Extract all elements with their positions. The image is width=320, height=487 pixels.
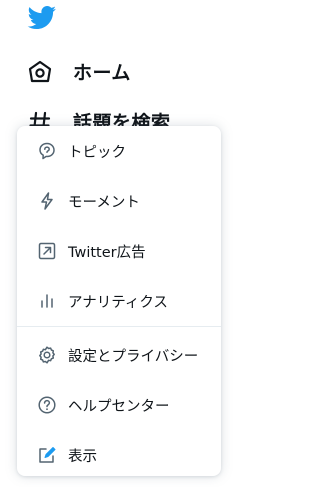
bar-chart-icon — [37, 291, 57, 311]
menu-item-analytics[interactable]: アナリティクス — [17, 276, 221, 326]
topics-icon — [37, 141, 57, 161]
external-arrow-icon — [37, 241, 57, 261]
menu-label-analytics: アナリティクス — [68, 294, 168, 311]
menu-item-help-center[interactable]: ヘルプセンター — [17, 380, 221, 430]
menu-label-moments: モーメント — [68, 194, 140, 211]
menu-label-twitter-ads: Twitter広告 — [68, 244, 146, 261]
menu-item-topics[interactable]: トピック — [17, 126, 221, 176]
menu-label-settings: 設定とプライバシー — [68, 348, 199, 365]
nav-label-home: ホーム — [73, 62, 131, 84]
more-menu: トピック モーメント Twitter広告 アナリティクス 設定とプライバシー ヘ… — [17, 126, 221, 476]
menu-item-twitter-ads[interactable]: Twitter広告 — [17, 226, 221, 276]
menu-item-display[interactable]: 表示 — [17, 430, 221, 476]
menu-divider — [17, 326, 221, 327]
menu-label-display: 表示 — [68, 448, 97, 465]
home-icon — [27, 59, 53, 85]
nav-item-home[interactable]: ホーム — [27, 58, 131, 85]
gear-icon — [37, 345, 57, 365]
display-edit-icon — [37, 445, 57, 465]
menu-label-help-center: ヘルプセンター — [68, 398, 170, 415]
twitter-logo[interactable] — [27, 6, 57, 30]
menu-item-settings[interactable]: 設定とプライバシー — [17, 330, 221, 380]
help-icon — [37, 395, 57, 415]
menu-label-topics: トピック — [68, 144, 126, 161]
lightning-icon — [37, 191, 57, 211]
menu-item-moments[interactable]: モーメント — [17, 176, 221, 226]
twitter-bird-icon — [27, 6, 56, 30]
